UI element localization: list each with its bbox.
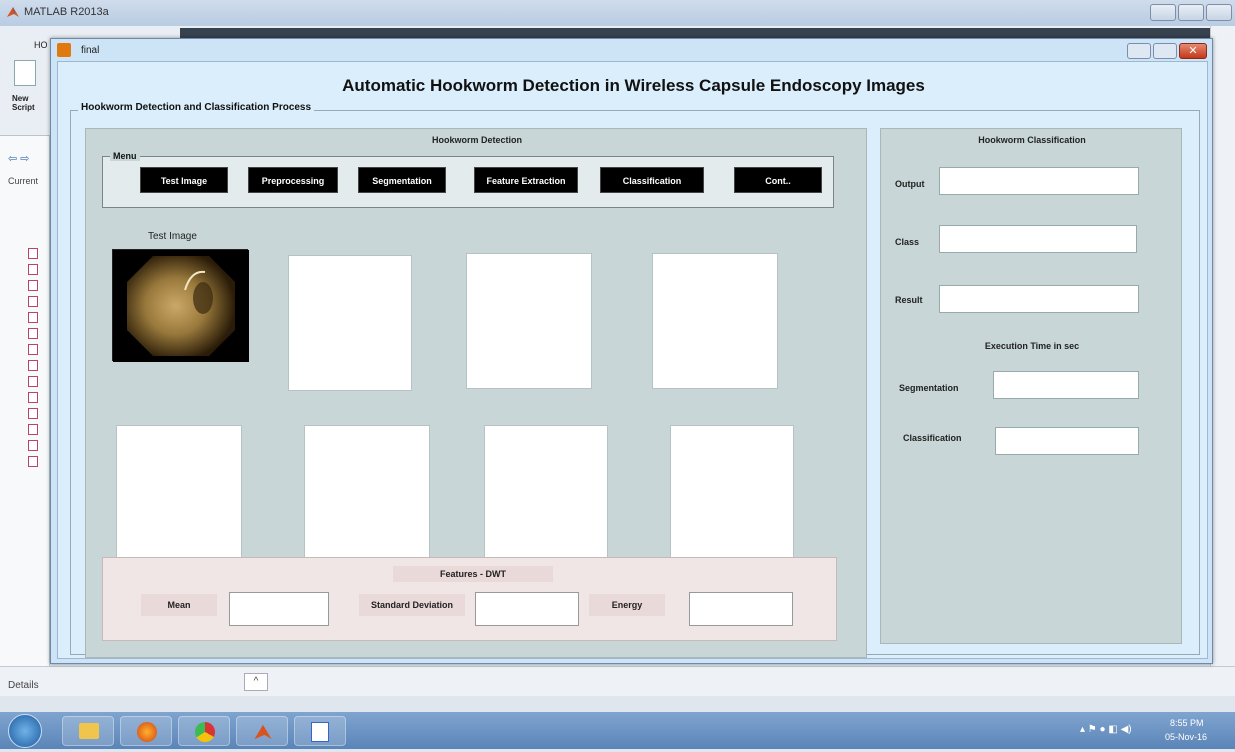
document-icon (311, 722, 329, 742)
class-label: Class (895, 237, 920, 247)
classification-button[interactable]: Classification (600, 167, 704, 193)
output-label: Output (895, 179, 925, 189)
energy-field[interactable] (689, 592, 793, 626)
detection-panel: Hookworm Detection Menu Test Image Prepr… (85, 128, 867, 658)
file-icon[interactable] (28, 456, 38, 467)
figure-titlebar (51, 39, 1212, 61)
figure-body: Automatic Hookworm Detection in Wireless… (57, 61, 1208, 659)
explorer-taskbar-button[interactable] (62, 716, 114, 746)
process-frame-label: Hookworm Detection and Classification Pr… (78, 102, 315, 113)
matlab-taskbar-button[interactable] (236, 716, 288, 746)
classification-title: Hookworm Classification (978, 135, 1086, 145)
details-bar (0, 666, 1235, 696)
clock-date: 05-Nov-16 (1165, 732, 1208, 742)
nav-arrows-icon[interactable]: ⇦ ⇨ (8, 152, 30, 165)
execution-time-title: Execution Time in sec (984, 341, 1080, 351)
current-folder-panel (0, 136, 50, 666)
result-field[interactable] (939, 285, 1139, 313)
preprocessing-button[interactable]: Preprocessing (248, 167, 338, 193)
matlab-window-title: MATLAB R2013a (24, 6, 109, 18)
file-icon[interactable] (28, 264, 38, 275)
classification-time-label: Classification (903, 433, 962, 443)
file-icon[interactable] (28, 344, 38, 355)
matlab-minimize-button[interactable] (1150, 4, 1176, 21)
figure-maximize-button[interactable] (1153, 43, 1177, 59)
folder-icon (79, 723, 99, 739)
energy-label: Energy (589, 594, 665, 616)
file-icon[interactable] (28, 440, 38, 451)
segmentation-button[interactable]: Segmentation (358, 167, 446, 193)
main-title: Automatic Hookworm Detection in Wireless… (342, 76, 925, 95)
file-icon[interactable] (28, 424, 38, 435)
new-script-label[interactable]: New Script (12, 94, 42, 112)
feature-extraction-button[interactable]: Feature Extraction (474, 167, 578, 193)
segmentation-time-label: Segmentation (899, 383, 959, 393)
image-axes-5 (116, 425, 242, 561)
matlab-logo-icon (7, 7, 19, 17)
endoscopy-test-image (112, 249, 249, 362)
figure-window-title: final (81, 45, 100, 56)
file-icon[interactable] (28, 328, 38, 339)
figure-close-button[interactable]: ✕ (1179, 43, 1207, 59)
matlab-figure-icon (57, 43, 71, 57)
detection-title: Hookworm Detection (431, 135, 522, 145)
image-axes-4 (652, 253, 778, 389)
current-folder-label: Current (8, 176, 39, 186)
start-button[interactable] (8, 714, 42, 748)
chrome-taskbar-button[interactable] (178, 716, 230, 746)
file-icon[interactable] (28, 280, 38, 291)
firefox-taskbar-button[interactable] (120, 716, 172, 746)
file-icon[interactable] (28, 312, 38, 323)
file-icon[interactable] (28, 360, 38, 371)
file-icon[interactable] (28, 392, 38, 403)
standard-deviation-label: Standard Deviation (359, 594, 465, 616)
clock-time: 8:55 PM (1170, 718, 1204, 728)
mean-label: Mean (141, 594, 217, 616)
segmentation-time-field[interactable] (993, 371, 1139, 399)
file-icon[interactable] (28, 376, 38, 387)
chevron-up-icon[interactable]: ^ (244, 673, 268, 691)
standard-deviation-field[interactable] (475, 592, 579, 626)
matlab-icon (254, 724, 272, 740)
file-icon[interactable] (28, 248, 38, 259)
matlab-restore-button[interactable] (1178, 4, 1204, 21)
image-axes-7 (484, 425, 608, 561)
editor-taskbar-button[interactable] (294, 716, 346, 746)
image-axes-8 (670, 425, 794, 561)
continue-button[interactable]: Cont.. (734, 167, 822, 193)
class-field[interactable] (939, 225, 1137, 253)
firefox-icon (137, 722, 157, 742)
new-script-icon[interactable] (14, 60, 36, 86)
features-panel: Features - DWT Mean Standard Deviation E… (102, 557, 837, 641)
mean-field[interactable] (229, 592, 329, 626)
image-axes-6 (304, 425, 430, 561)
figure-minimize-button[interactable] (1127, 43, 1151, 59)
file-icon[interactable] (28, 296, 38, 307)
classification-panel: Hookworm Classification Output Class Res… (880, 128, 1182, 644)
test-image-button[interactable]: Test Image (140, 167, 228, 193)
chrome-icon (195, 722, 215, 742)
tray-icons[interactable]: ▴ ⚑ ● ◧ ◀) (1080, 724, 1132, 735)
image-axes-2 (288, 255, 412, 391)
matlab-titlebar (0, 0, 1235, 26)
output-field[interactable] (939, 167, 1139, 195)
home-tab[interactable]: HO (34, 40, 48, 50)
file-icon[interactable] (28, 408, 38, 419)
matlab-close-button[interactable] (1206, 4, 1232, 21)
result-label: Result (895, 295, 923, 305)
details-label: Details (8, 680, 39, 691)
figure-window: final ✕ Automatic Hookworm Detection in … (50, 38, 1213, 664)
menu-label: Menu (110, 151, 140, 161)
workspace-panel (1210, 26, 1235, 686)
classification-time-field[interactable] (995, 427, 1139, 455)
features-title: Features - DWT (393, 566, 553, 582)
image-axes-3 (466, 253, 592, 389)
test-image-label: Test Image (148, 231, 197, 242)
